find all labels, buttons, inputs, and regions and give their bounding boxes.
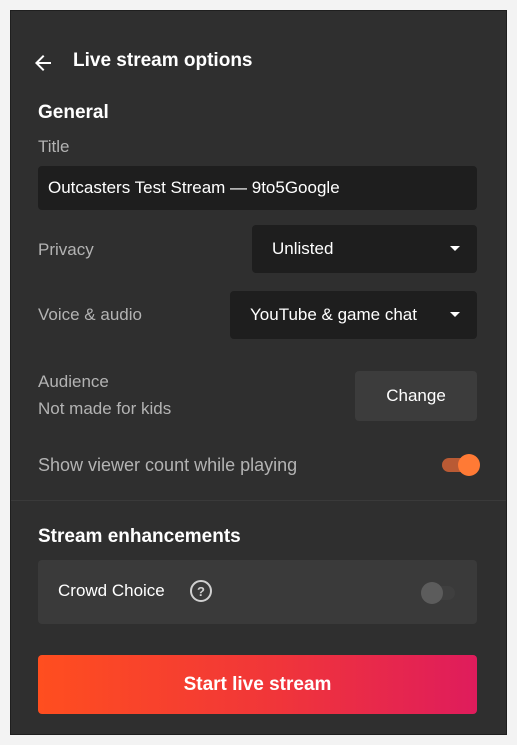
back-button[interactable] <box>29 49 57 77</box>
general-section-title: General <box>38 102 109 123</box>
title-input[interactable] <box>38 166 477 210</box>
crowd-choice-toggle[interactable] <box>421 582 459 604</box>
change-audience-button[interactable]: Change <box>355 371 477 421</box>
audience-label: Audience <box>38 372 109 391</box>
dropdown-caret-icon <box>450 246 460 251</box>
start-live-stream-button[interactable]: Start live stream <box>38 655 477 714</box>
viewer-count-toggle[interactable] <box>442 454 480 476</box>
voice-audio-value: YouTube & game chat <box>250 305 417 324</box>
page-title: Live stream options <box>73 50 253 71</box>
panel-header: Live stream options <box>11 45 506 81</box>
question-circle-icon[interactable]: ? <box>190 580 212 602</box>
arrow-left-icon <box>35 55 51 71</box>
privacy-value: Unlisted <box>272 239 334 258</box>
section-divider <box>11 500 506 501</box>
live-stream-options-panel: Live stream options General Title Privac… <box>10 10 507 735</box>
toggle-thumb <box>458 454 480 476</box>
viewer-count-label: Show viewer count while playing <box>38 455 298 475</box>
voice-audio-select[interactable]: YouTube & game chat <box>230 291 477 339</box>
crowd-choice-label: Crowd Choice <box>58 581 165 600</box>
privacy-label: Privacy <box>38 240 94 259</box>
voice-audio-label: Voice & audio <box>38 305 142 324</box>
toggle-thumb <box>421 582 443 604</box>
privacy-select[interactable]: Unlisted <box>252 225 477 273</box>
dropdown-caret-icon <box>450 312 460 317</box>
crowd-choice-card: Crowd Choice ? <box>38 560 477 624</box>
stream-enhancements-title: Stream enhancements <box>38 526 241 547</box>
title-label: Title <box>38 137 70 156</box>
audience-value: Not made for kids <box>38 399 172 418</box>
